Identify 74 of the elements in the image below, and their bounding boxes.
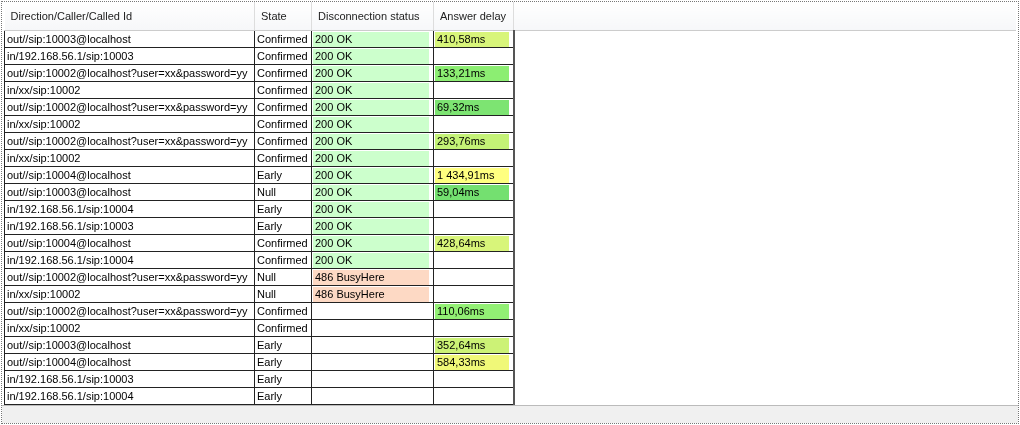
table-cell: Early (254, 336, 312, 354)
delay-cell: 352,64ms (435, 337, 509, 353)
table-cell: Confirmed (254, 251, 312, 269)
table-cell: in/192.168.56.1/sip:10003 (4, 217, 255, 235)
table-cell: Confirmed (254, 115, 312, 133)
delay-cell: 133,21ms (435, 65, 509, 81)
delay-cell: 110,06ms (435, 303, 509, 319)
delay-cell: 584,33ms (435, 354, 509, 370)
table-cell: Confirmed (254, 149, 312, 167)
table-cell: Confirmed (254, 64, 312, 82)
table-cell: out//sip:10004@localhost (4, 234, 255, 252)
status-cell: 200 OK (313, 218, 429, 234)
delay-cell: 59,04ms (435, 184, 509, 200)
status-cell: 200 OK (313, 150, 429, 166)
table-cell: out//sip:10002@localhost?user=xx&password=yy (4, 268, 255, 286)
table-cell: out//sip:10003@localhost (4, 183, 255, 201)
status-cell: 200 OK (313, 184, 429, 200)
status-cell: 200 OK (313, 235, 429, 251)
table-cell: in/xx/sip:10002 (4, 149, 255, 167)
table-cell: Confirmed (254, 47, 312, 65)
delay-cell: 410,58ms (435, 31, 509, 47)
table-cell: Null (254, 268, 312, 286)
table-cell: in/192.168.56.1/sip:10004 (4, 387, 255, 405)
table-cell: Confirmed (254, 30, 312, 48)
status-cell: 486 BusyHere (313, 269, 429, 285)
status-cell: 200 OK (313, 65, 429, 81)
table-cell: in/xx/sip:10002 (4, 81, 255, 99)
table-cell: out//sip:10002@localhost?user=xx&password=yy (4, 302, 255, 320)
table-cell: out//sip:10003@localhost (4, 30, 255, 48)
column-header[interactable]: State (254, 2, 312, 31)
table-cell: Early (254, 217, 312, 235)
table-cell: Confirmed (254, 302, 312, 320)
table-cell: out//sip:10002@localhost?user=xx&password=yy (4, 132, 255, 150)
table-cell: out//sip:10002@localhost?user=xx&password=yy (4, 98, 255, 116)
status-cell: 200 OK (313, 99, 429, 115)
table-cell: Early (254, 370, 312, 388)
status-cell: 200 OK (313, 82, 429, 98)
status-cell: 200 OK (313, 31, 429, 47)
table-cell: in/192.168.56.1/sip:10004 (4, 251, 255, 269)
table-cell: Null (254, 183, 312, 201)
table-cell: Confirmed (254, 98, 312, 116)
delay-cell: 293,76ms (435, 133, 509, 149)
table-cell: in/xx/sip:10002 (4, 319, 255, 337)
status-cell: 200 OK (313, 48, 429, 64)
delay-cell: 1 434,91ms (435, 167, 509, 183)
status-cell: 486 BusyHere (313, 286, 429, 302)
column-header[interactable]: Answer delay (433, 2, 514, 31)
table-cell: in/xx/sip:10002 (4, 115, 255, 133)
status-cell: 200 OK (313, 252, 429, 268)
table-cell: Early (254, 166, 312, 184)
table-cell: Confirmed (254, 319, 312, 337)
table-cell: out//sip:10004@localhost (4, 353, 255, 371)
status-cell: 200 OK (313, 133, 429, 149)
delay-cell: 69,32ms (435, 99, 509, 115)
table-cell: in/192.168.56.1/sip:10003 (4, 47, 255, 65)
table-cell: out//sip:10003@localhost (4, 336, 255, 354)
table-cell: Early (254, 353, 312, 371)
column-header[interactable]: Disconnection status (311, 2, 434, 31)
table-cell: Early (254, 200, 312, 218)
table-cell: Confirmed (254, 132, 312, 150)
table-cell: Confirmed (254, 234, 312, 252)
table-cell: in/xx/sip:10002 (4, 285, 255, 303)
table-cell: Early (254, 387, 312, 405)
table-cell: Confirmed (254, 81, 312, 99)
table-cell: out//sip:10002@localhost?user=xx&password=yy (4, 64, 255, 82)
column-header[interactable]: Direction/Caller/Called Id (4, 2, 255, 31)
status-cell: 200 OK (313, 167, 429, 183)
table-cell: out//sip:10004@localhost (4, 166, 255, 184)
table-cell: in/192.168.56.1/sip:10003 (4, 370, 255, 388)
table-cell: Null (254, 285, 312, 303)
status-cell: 200 OK (313, 116, 429, 132)
delay-cell: 428,64ms (435, 235, 509, 251)
table-cell: in/192.168.56.1/sip:10004 (4, 200, 255, 218)
status-cell: 200 OK (313, 201, 429, 217)
